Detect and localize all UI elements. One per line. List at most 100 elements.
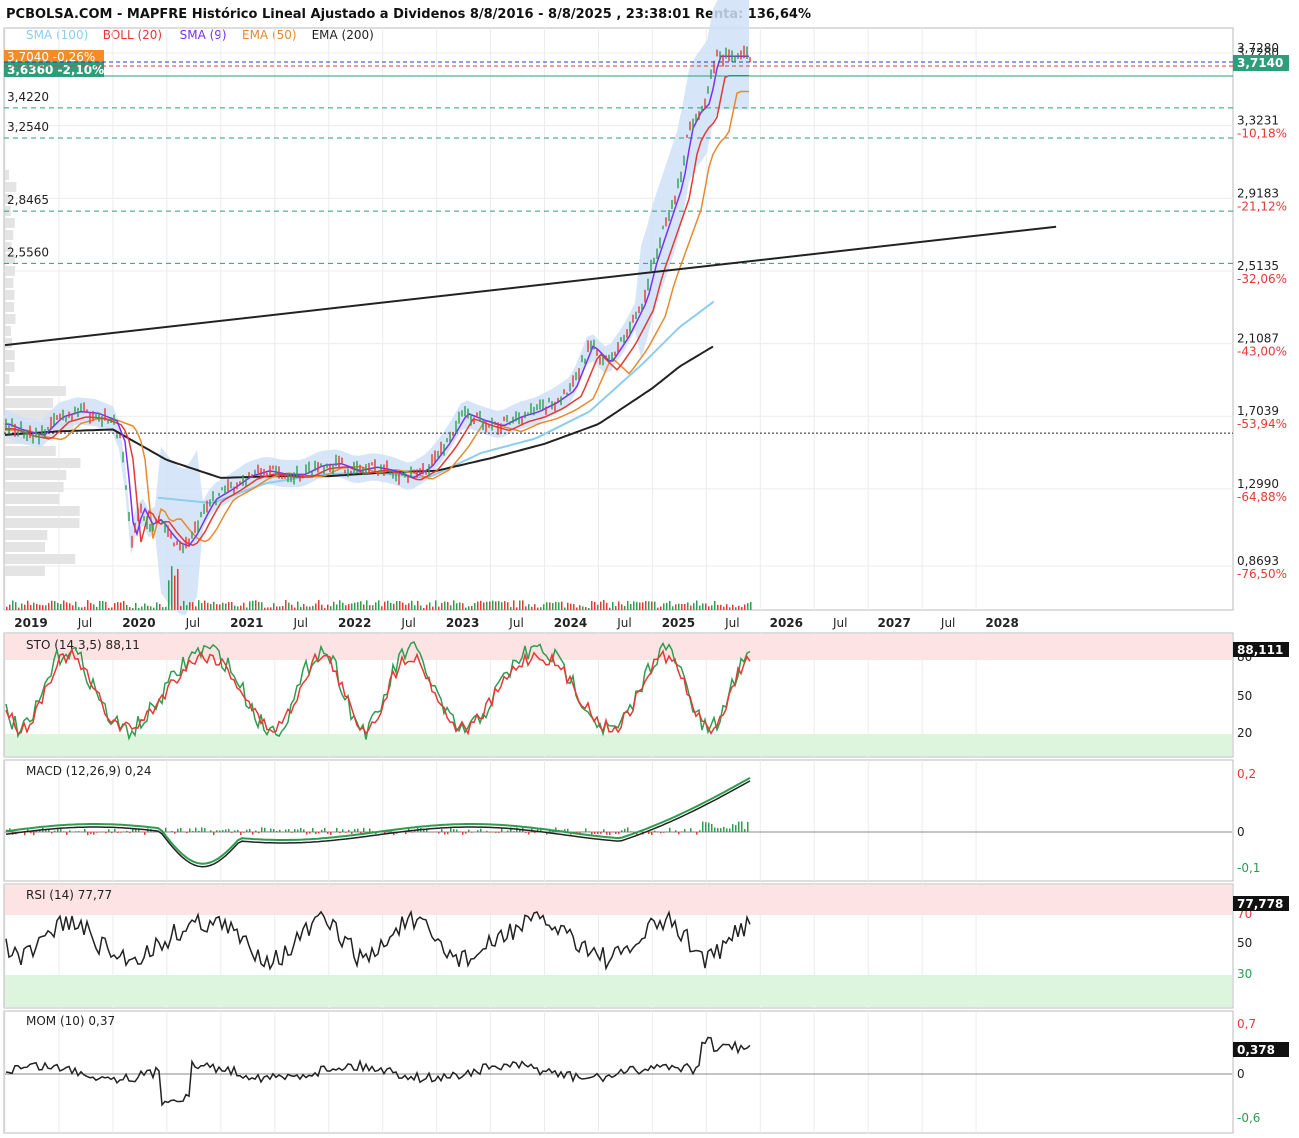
macd-histogram-bar: [663, 832, 665, 833]
macd-histogram-bar: [447, 832, 449, 835]
volume-profile-bar: [5, 350, 15, 360]
volume-bar: [657, 607, 659, 610]
x-tick-label: 2023: [446, 616, 479, 630]
volume-bar: [408, 603, 410, 610]
macd-histogram-bar: [273, 829, 275, 832]
x-tick-label: Jul: [832, 616, 847, 630]
macd-histogram-bar: [660, 832, 662, 834]
volume-bar: [465, 607, 467, 610]
macd-histogram-bar: [315, 832, 317, 835]
macd-histogram-bar: [486, 830, 488, 832]
macd-histogram-bar: [684, 829, 686, 832]
macd-histogram-bar: [126, 830, 128, 832]
macd-histogram-bar: [732, 824, 734, 832]
volume-bar: [285, 600, 287, 610]
sto-oversold-zone: [5, 734, 1232, 756]
volume-bar: [48, 603, 50, 610]
volume-bar: [744, 604, 746, 610]
volume-bar: [618, 601, 620, 610]
volume-bar: [177, 568, 179, 610]
volume-bar: [360, 601, 362, 610]
macd-histogram-bar: [228, 828, 230, 832]
macd-histogram-bar: [90, 832, 92, 834]
macd-histogram-bar: [657, 831, 659, 832]
volume-bar: [639, 602, 641, 610]
volume-bar: [720, 604, 722, 610]
volume-bar: [132, 607, 134, 610]
volume-bar: [432, 606, 434, 610]
volume-bar: [282, 606, 284, 610]
volume-profile-bar: [5, 446, 56, 456]
price-tick-pct: -53,94%: [1237, 417, 1287, 431]
volume-profile-bar: [5, 326, 11, 336]
macd-histogram-bar: [294, 829, 296, 832]
macd-histogram-bar: [624, 828, 626, 832]
volume-bar: [84, 606, 86, 610]
volume-bar: [660, 606, 662, 610]
volume-bar: [528, 604, 530, 610]
volume-bars: [6, 566, 752, 610]
volume-bar: [549, 602, 551, 610]
macd-histogram-bar: [717, 827, 719, 832]
volume-bar: [198, 600, 200, 610]
volume-bar: [741, 607, 743, 610]
macd-histogram-bar: [96, 832, 98, 833]
macd-histogram-bar: [534, 832, 536, 834]
volume-bar: [330, 606, 332, 610]
volume-bar: [501, 602, 503, 610]
volume-bar: [291, 604, 293, 610]
macd-histogram-bar: [93, 832, 95, 835]
volume-profile-bar: [5, 182, 17, 192]
volume-bar: [378, 600, 380, 610]
volume-bar: [600, 601, 602, 610]
macd-histogram-bar: [210, 830, 212, 832]
volume-bar: [621, 604, 623, 610]
volume-bar: [321, 604, 323, 610]
macd-histogram-bar: [33, 832, 35, 836]
macd-histogram-bar: [606, 832, 608, 835]
rsi-last: 77,778: [1237, 897, 1283, 911]
macd-histogram-bar: [720, 828, 722, 832]
volume-bar: [183, 600, 185, 610]
macd-panel-frame: [3, 759, 1234, 882]
macd-histogram-bar: [276, 830, 278, 832]
x-tick-label: Jul: [400, 616, 415, 630]
macd-histogram-bar: [48, 829, 50, 832]
macd-histogram-bar: [246, 829, 248, 832]
volume-bar: [81, 607, 83, 610]
volume-bar: [87, 600, 89, 610]
volume-bar: [372, 605, 374, 610]
macd-histogram-bar: [336, 827, 338, 832]
macd-histogram-bar: [735, 824, 737, 832]
macd-histogram-bar: [129, 832, 131, 833]
volume-bar: [438, 606, 440, 610]
macd-histogram-bar: [330, 832, 332, 835]
macd-histogram-bar: [249, 829, 251, 832]
macd-histogram-bar: [312, 827, 314, 832]
volume-bar: [315, 603, 317, 610]
macd-histogram-bar: [177, 828, 179, 832]
volume-bar: [582, 606, 584, 610]
volume-bar: [471, 605, 473, 610]
macd-histogram-bar: [714, 827, 716, 832]
bollinger-band: [5, 0, 749, 616]
volume-bar: [495, 601, 497, 610]
volume-bar: [261, 602, 263, 610]
volume-profile-bar: [5, 266, 16, 276]
volume-bar: [423, 607, 425, 610]
volume-bar: [57, 602, 59, 610]
macd-histogram-bar: [342, 829, 344, 832]
macd-histogram-bar: [63, 831, 65, 832]
volume-bar: [174, 575, 176, 610]
macd-histogram-bar: [105, 832, 107, 834]
price-tick-label: 2,5135: [1237, 259, 1279, 273]
legend-item-4: EMA (200): [312, 28, 374, 42]
volume-bar: [399, 601, 401, 610]
macd-histogram-bar: [165, 827, 167, 832]
level-label: 2,5560: [7, 245, 49, 259]
volume-bar: [375, 602, 377, 610]
macd-histogram-bar: [585, 828, 587, 832]
rsi-tick: 30: [1237, 967, 1252, 981]
rsi-panel: RSI (14) 77,7770503077,778: [5, 885, 1289, 1007]
volume-bar: [573, 604, 575, 610]
